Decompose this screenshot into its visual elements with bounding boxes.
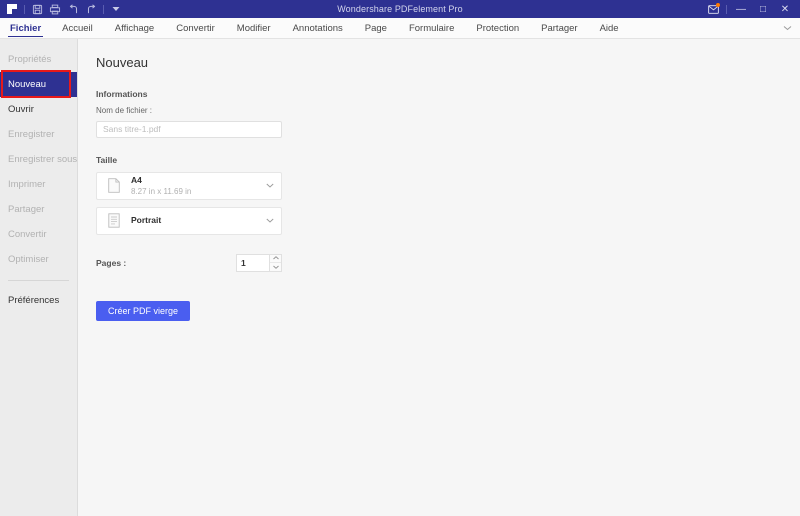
redo-icon[interactable] <box>82 0 100 18</box>
sidebar-item-preferences[interactable]: Préférences <box>0 288 77 313</box>
pages-input[interactable] <box>236 253 269 272</box>
title-bar: Wondershare PDFelement Pro — □ ✕ <box>0 0 800 18</box>
tab-annotations[interactable]: Annotations <box>282 18 354 38</box>
sidebar-item-convertir[interactable]: Convertir <box>0 222 77 247</box>
minimize-button[interactable]: — <box>730 0 752 18</box>
window-controls-separator <box>726 4 727 14</box>
application-window: Wondershare PDFelement Pro — □ ✕ Fichier… <box>0 0 800 516</box>
page-size-value: A4 <box>131 174 142 185</box>
save-icon[interactable] <box>28 0 46 18</box>
page-size-select[interactable]: A4 8.27 in x 11.69 in <box>96 171 282 200</box>
main-content: Nouveau Informations Nom de fichier : Ta… <box>78 39 800 516</box>
sidebar-item-nouveau[interactable]: Nouveau <box>0 70 77 98</box>
sidebar-item-imprimer[interactable]: Imprimer <box>0 172 77 197</box>
tab-page[interactable]: Page <box>354 18 398 38</box>
tab-partager[interactable]: Partager <box>530 18 588 38</box>
pages-row: Pages : <box>96 253 282 272</box>
sidebar-item-partager[interactable]: Partager <box>0 197 77 222</box>
sidebar-item-enregistrer-sous[interactable]: Enregistrer sous <box>0 147 77 172</box>
tab-accueil[interactable]: Accueil <box>51 18 104 38</box>
caret-down-icon[interactable] <box>270 263 281 271</box>
quick-access-dropdown-icon[interactable] <box>107 0 125 18</box>
pages-label: Pages : <box>96 257 127 268</box>
tab-affichage[interactable]: Affichage <box>104 18 165 38</box>
print-icon[interactable] <box>46 0 64 18</box>
filename-label: Nom de fichier : <box>96 106 153 115</box>
portrait-page-icon <box>106 211 122 231</box>
caret-up-icon[interactable] <box>270 255 281 263</box>
app-logo-icon[interactable] <box>3 0 21 18</box>
close-button[interactable]: ✕ <box>774 0 796 18</box>
create-blank-pdf-button[interactable]: Créer PDF vierge <box>96 300 191 321</box>
sidebar-item-proprietes[interactable]: Propriétés <box>0 47 77 72</box>
informations-section-label: Informations <box>96 89 148 99</box>
notification-badge <box>716 3 720 7</box>
sidebar-item-enregistrer[interactable]: Enregistrer <box>0 122 77 147</box>
taille-section-label: Taille <box>96 154 118 165</box>
maximize-button[interactable]: □ <box>752 0 774 18</box>
mail-icon[interactable] <box>703 0 723 18</box>
tab-formulaire[interactable]: Formulaire <box>398 18 465 38</box>
chevron-down-icon[interactable] <box>266 218 274 223</box>
sidebar-item-optimiser[interactable]: Optimiser <box>0 247 77 272</box>
tab-convertir[interactable]: Convertir <box>165 18 226 38</box>
page-orientation-select[interactable]: Portrait <box>96 206 282 235</box>
chevron-down-icon[interactable] <box>774 18 800 38</box>
page-orientation-value: Portrait <box>131 215 162 225</box>
tab-protection[interactable]: Protection <box>465 18 530 38</box>
page-title: Nouveau <box>96 55 149 70</box>
toolbar-separator-2 <box>103 4 104 14</box>
undo-icon[interactable] <box>64 0 82 18</box>
pages-stepper[interactable] <box>236 253 282 272</box>
toolbar-separator <box>24 4 25 14</box>
file-sidebar: Propriétés Nouveau Ouvrir Enregistrer En… <box>0 39 78 516</box>
window-controls: — □ ✕ <box>703 0 796 18</box>
tab-aide[interactable]: Aide <box>589 18 630 38</box>
page-size-dimensions: 8.27 in x 11.69 in <box>131 186 192 196</box>
window-body: Propriétés Nouveau Ouvrir Enregistrer En… <box>0 39 800 516</box>
menu-bar: Fichier Accueil Affichage Convertir Modi… <box>0 18 800 39</box>
chevron-down-icon[interactable] <box>266 183 274 188</box>
tab-fichier[interactable]: Fichier <box>0 18 51 38</box>
blank-page-icon <box>106 176 122 196</box>
quick-access-toolbar <box>3 0 125 18</box>
sidebar-divider <box>8 280 69 281</box>
tab-modifier[interactable]: Modifier <box>226 18 282 38</box>
sidebar-item-ouvrir[interactable]: Ouvrir <box>0 97 77 122</box>
filename-input[interactable] <box>96 120 282 138</box>
